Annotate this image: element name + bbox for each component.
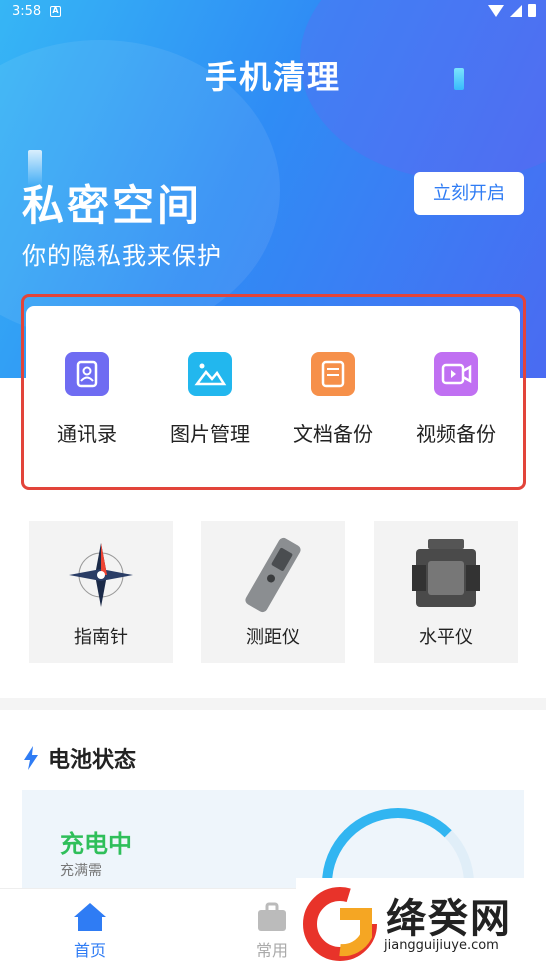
notification-a-icon: A <box>50 6 61 17</box>
watermark: 绛癸网 jiangguijiuye.com <box>296 878 546 970</box>
charging-status: 充电中 <box>60 830 132 858</box>
watermark-logo-icon <box>303 887 377 961</box>
nav-label: 首页 <box>73 941 106 960</box>
private-space-subtitle: 你的隐私我来保护 <box>22 242 222 270</box>
section-divider <box>0 698 546 710</box>
charge-time-note: 充满需 <box>60 863 102 879</box>
tool-label: 测距仪 <box>246 627 300 648</box>
watermark-brand: 绛癸网 <box>386 896 512 942</box>
tool-level[interactable]: 水平仪 <box>374 521 518 663</box>
tool-label: 指南针 <box>74 627 128 648</box>
battery-header-label: 电池状态 <box>48 748 137 773</box>
status-time: 3:58 <box>12 4 42 19</box>
tool-rangefinder[interactable]: 测距仪 <box>201 521 345 663</box>
bolt-icon <box>24 746 38 770</box>
briefcase-icon <box>258 902 286 931</box>
private-space-title: 私密空间 <box>22 181 203 230</box>
signal-icon <box>510 4 522 17</box>
status-bar: 3:58 A <box>0 0 546 24</box>
wifi-icon <box>488 4 504 17</box>
home-icon <box>74 903 106 931</box>
rangefinder-icon <box>245 537 301 613</box>
tool-label: 水平仪 <box>419 627 473 648</box>
watermark-url: jiangguijiuye.com <box>384 938 499 953</box>
page-title: 手机清理 <box>204 58 341 96</box>
tool-compass[interactable]: 指南针 <box>29 521 173 663</box>
battery-section-header: 电池状态 <box>22 742 136 774</box>
compass-icon <box>69 543 133 607</box>
open-now-button[interactable]: 立刻开启 <box>414 172 524 215</box>
level-icon <box>412 539 480 607</box>
nav-home[interactable]: 首页 <box>50 901 130 961</box>
highlight-frame <box>21 294 526 490</box>
battery-icon <box>528 4 536 17</box>
